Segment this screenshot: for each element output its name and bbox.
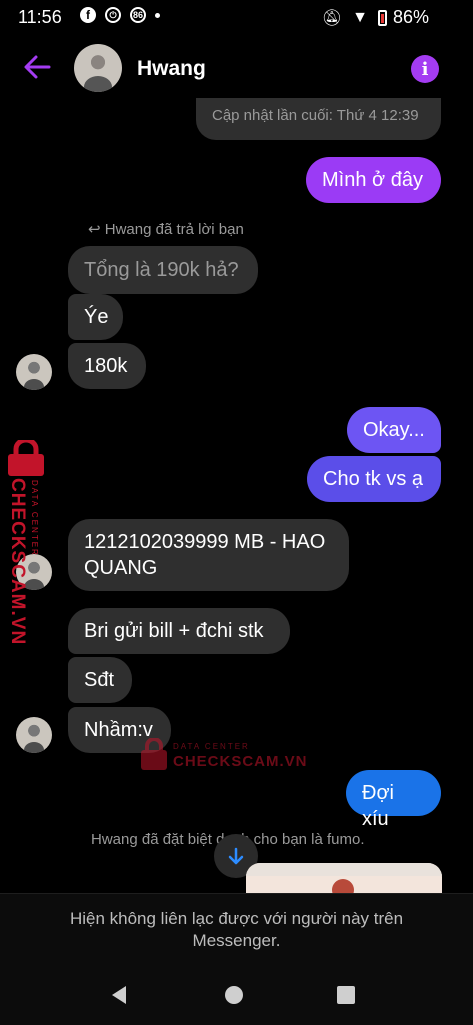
message-bubble[interactable]: Bri gửi bill + đchi stk — [68, 608, 290, 654]
account-number-line: 1212102039999 MB - HAO — [84, 531, 326, 553]
watermark-center-brand: CHECKSCAM.VN — [173, 753, 308, 770]
nav-recents-icon[interactable] — [337, 986, 355, 1004]
mute-icon: 🔕︎ — [321, 9, 343, 27]
account-name-line: QUANG — [84, 557, 158, 579]
contact-avatar[interactable] — [74, 44, 122, 92]
message-bubble[interactable]: Cho tk vs ạ — [307, 456, 441, 502]
unavailable-footer: Hiện không liên lạc được với người này t… — [0, 893, 473, 1025]
battery-icon — [377, 9, 387, 26]
status-bar: 11:56 f ⏻ 86 🔕︎ ▼ 86% — [0, 0, 473, 34]
watermark-center-sub: DATA CENTER — [173, 742, 250, 751]
reply-arrow-icon: ↩ — [88, 221, 101, 238]
facebook-icon: f — [80, 7, 96, 23]
unavailable-notice: Hiện không liên lạc được với người này t… — [69, 909, 404, 950]
image-attachment-preview[interactable] — [246, 863, 442, 895]
message-bubble[interactable]: Đợi xíu — [346, 770, 441, 830]
watermark-vertical: CHECKSCAM.VN DATA CENTER — [0, 440, 54, 645]
back-arrow-icon[interactable] — [22, 52, 52, 82]
arrow-down-icon — [228, 847, 244, 865]
status-system-icons: 🔕︎ ▼ 86% — [322, 7, 433, 28]
message-bubble[interactable]: 1212102039999 MB - HAO QUANG — [68, 519, 349, 591]
message-bubble[interactable]: 180k — [68, 343, 146, 389]
battery-percent: 86% — [392, 7, 429, 27]
sender-avatar[interactable] — [16, 354, 52, 390]
quoted-message-bubble[interactable]: Tổng là 190k hả? — [68, 246, 258, 294]
message-bubble[interactable]: Okay... — [347, 407, 441, 453]
message-bubble[interactable]: Mình ở đây — [306, 157, 441, 203]
nav-back-icon[interactable] — [108, 984, 130, 1006]
info-icon[interactable]: i — [411, 55, 439, 83]
status-time: 11:56 — [18, 7, 62, 27]
preview-status-strip — [246, 863, 442, 876]
watermark-brand: CHECKSCAM.VN — [7, 478, 28, 646]
lock-logo-icon — [8, 440, 44, 476]
wifi-icon: ▼ — [352, 8, 368, 26]
contact-name[interactable]: Hwang — [137, 57, 206, 81]
power-icon: ⏻ — [105, 7, 121, 23]
watermark-sub: DATA CENTER — [30, 480, 39, 557]
status-notification-icons: f ⏻ 86 — [80, 7, 160, 23]
sender-avatar[interactable] — [16, 717, 52, 753]
last-updated-bubble: Cập nhật lần cuối: Thứ 4 12:39 — [196, 98, 441, 140]
lock-logo-icon — [141, 738, 167, 770]
badge-count-icon: 86 — [130, 7, 146, 23]
message-bubble[interactable]: Ýe — [68, 294, 123, 340]
reply-note: ↩ Hwang đã trả lời bạn — [88, 221, 244, 238]
watermark-center: DATA CENTER CHECKSCAM.VN — [140, 736, 307, 776]
message-bubble[interactable]: Sđt — [68, 657, 132, 703]
more-dot-icon — [155, 12, 160, 18]
nav-home-icon[interactable] — [225, 986, 243, 1004]
